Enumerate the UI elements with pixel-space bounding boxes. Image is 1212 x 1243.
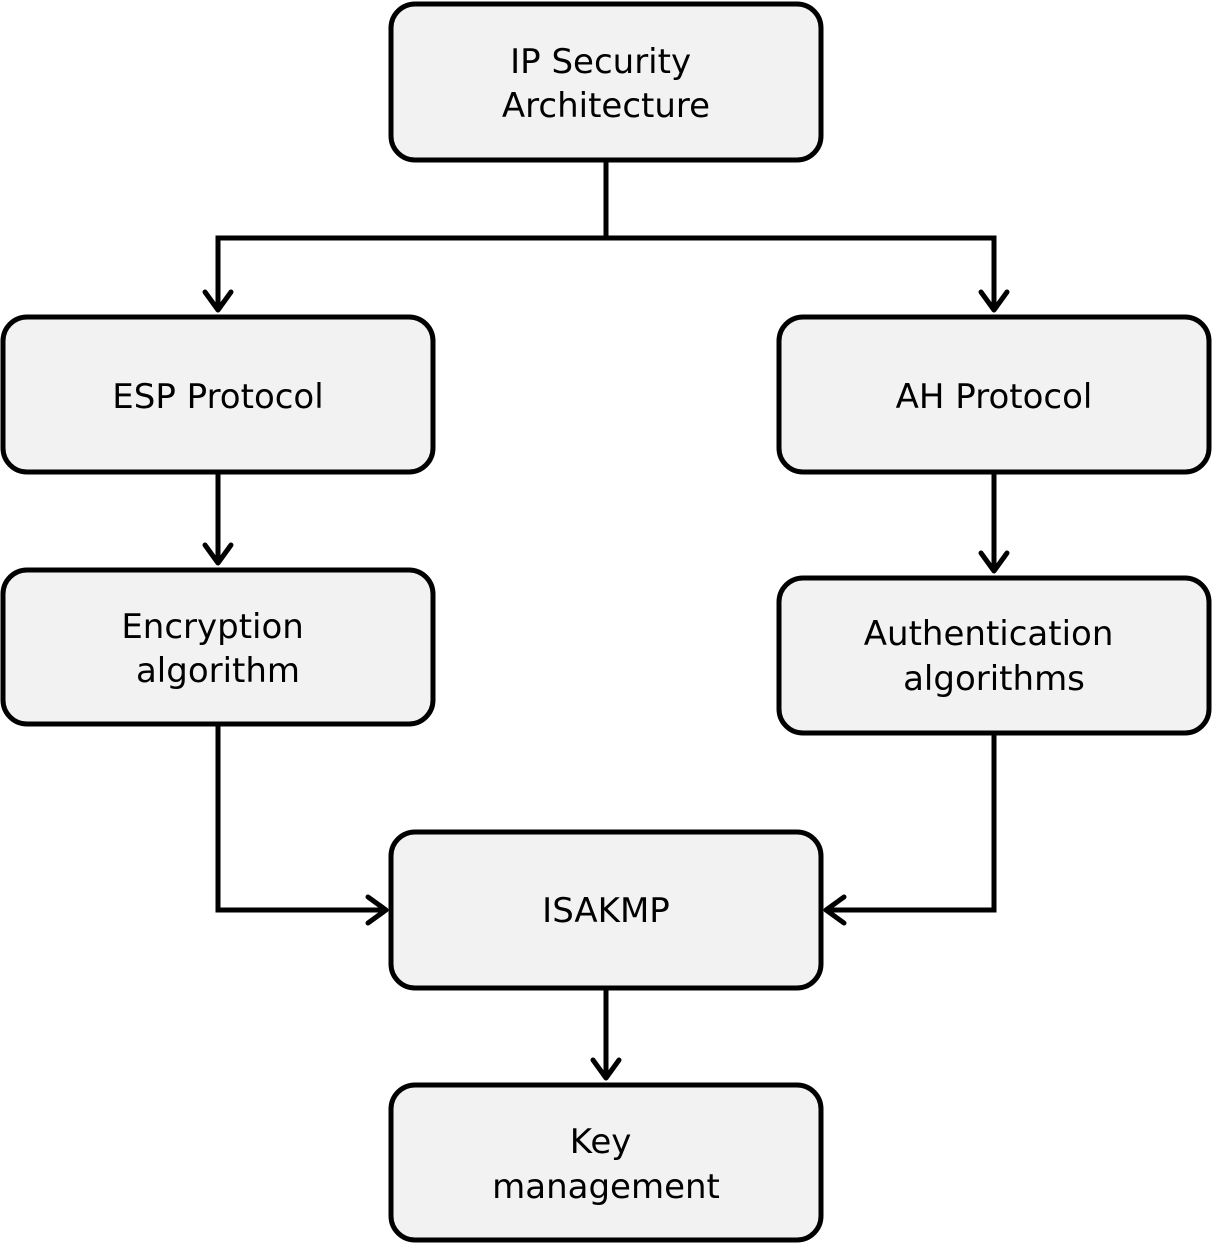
node-ip-security-architecture: IP Security Architecture <box>388 1 824 163</box>
node-encryption-line-1: Encryption <box>121 607 304 647</box>
node-ah-protocol: AH Protocol <box>776 314 1212 475</box>
edge-encryption-to-isakmp <box>215 724 386 913</box>
node-key-line-2: management <box>492 1167 720 1207</box>
edge-ipsec-to-ah <box>606 235 997 310</box>
edge-authentication-to-isakmp <box>826 733 997 913</box>
node-encryption-algorithm: Encryption algorithm <box>0 567 436 727</box>
svg-text:AH Protocol: AH Protocol <box>896 377 1093 417</box>
node-authentication-algorithms: Authentication algorithms <box>776 575 1212 736</box>
node-encryption-line-2: algorithm <box>136 651 300 691</box>
node-esp-protocol: ESP Protocol <box>0 314 436 475</box>
node-key-management: Key management <box>388 1082 824 1243</box>
svg-text:ESP Protocol: ESP Protocol <box>112 377 323 417</box>
node-key-line-1: Key <box>570 1122 632 1162</box>
node-authentication-line-2: algorithms <box>903 659 1085 699</box>
node-ipsec-line-1: IP Security <box>510 42 691 82</box>
node-isakmp-line-1: ISAKMP <box>542 891 670 931</box>
svg-text:ISAKMP: ISAKMP <box>542 891 670 931</box>
node-ah-line-1: AH Protocol <box>896 377 1093 417</box>
node-esp-line-1: ESP Protocol <box>112 377 323 417</box>
node-ipsec-line-2: Architecture <box>502 86 710 126</box>
ipsec-architecture-diagram: IP Security Architecture ESP Protocol AH… <box>0 1 1212 1243</box>
edge-ipsec-to-esp <box>215 160 609 310</box>
node-isakmp: ISAKMP <box>388 829 824 991</box>
node-authentication-line-1: Authentication <box>864 614 1114 654</box>
